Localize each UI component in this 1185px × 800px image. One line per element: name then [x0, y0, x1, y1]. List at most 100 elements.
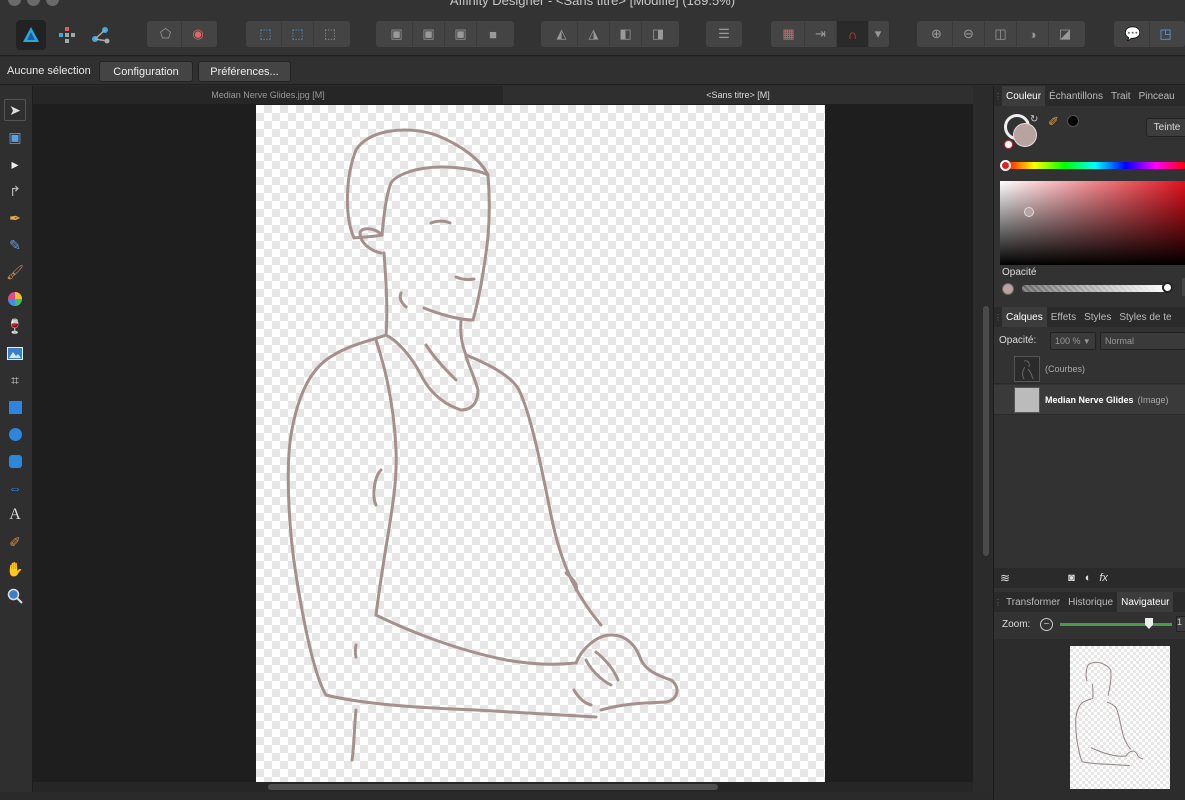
snap-options-icon[interactable]: ⇥ [805, 21, 837, 47]
magnet-icon[interactable]: ∩ [837, 21, 869, 47]
color-mode-select[interactable]: Teinte [1146, 118, 1185, 137]
move-to-back-icon[interactable]: ▣ [381, 21, 413, 47]
hue-slider-handle[interactable] [1000, 160, 1011, 171]
pixel-persona-button[interactable] [52, 20, 82, 50]
xor-icon[interactable]: ◑ [1017, 21, 1049, 47]
brush-tool-icon[interactable]: 🖌 [4, 261, 26, 283]
text-tool-icon[interactable]: A [4, 504, 26, 526]
designer-persona-button[interactable] [16, 20, 46, 50]
transform-origin-icon[interactable]: ⬚ [314, 21, 346, 47]
none-swatch-icon[interactable] [1004, 140, 1013, 149]
color-picker-tool-icon[interactable]: ✐ [4, 531, 26, 553]
panel-grip-icon[interactable]: ⋮ [994, 307, 1002, 327]
blend-mode-select[interactable]: Normal [1100, 332, 1185, 350]
pixel-persona-icon [59, 27, 75, 43]
adjustment-icon[interactable]: ◐ [1085, 572, 1092, 584]
tab-effets[interactable]: Effets [1047, 307, 1080, 327]
pencil-tool-icon[interactable]: ✎ [4, 234, 26, 256]
eyedropper-icon[interactable]: ✐ [1048, 114, 1059, 130]
rotate-left-icon[interactable]: ◧ [610, 21, 642, 47]
zoom-slider[interactable] [1060, 623, 1172, 626]
zoom-value-field[interactable]: 1 [1176, 616, 1185, 632]
preferences-button[interactable]: Préférences... [198, 61, 291, 82]
place-image-tool-icon[interactable] [4, 342, 26, 364]
configuration-button[interactable]: Configuration [99, 61, 193, 82]
tab-calques[interactable]: Calques [1002, 307, 1047, 327]
tab-navigateur[interactable]: Navigateur [1117, 592, 1174, 612]
tab-couleur[interactable]: Couleur [1002, 86, 1046, 106]
opacity-slider-handle[interactable] [1162, 282, 1173, 293]
subtract-icon[interactable]: ⊖ [953, 21, 985, 47]
tab-styles-de-texte[interactable]: Styles de te [1115, 307, 1175, 327]
layer-row-courbes[interactable]: (Courbes) [994, 354, 1185, 384]
transparency-tool-icon[interactable]: 🍷 [4, 315, 26, 337]
flip-vertical-icon[interactable]: ◮ [578, 21, 610, 47]
color-field[interactable] [1000, 181, 1185, 265]
horizontal-scrollbar[interactable] [33, 782, 973, 792]
align-icon[interactable]: ☰ [708, 21, 740, 47]
tab-historique[interactable]: Historique [1064, 592, 1117, 612]
ellipse-tool-icon[interactable] [4, 423, 26, 445]
swap-icon[interactable]: ↻ [1030, 114, 1038, 125]
zoom-tool-icon[interactable] [4, 585, 26, 607]
fill-well[interactable] [1013, 123, 1037, 147]
panel-grip-icon[interactable]: ⋮ [994, 592, 1002, 612]
black-swatch[interactable] [1067, 115, 1079, 127]
layers-stack-icon[interactable]: ≋ [1000, 571, 1010, 585]
speech-bubble-icon[interactable]: 💬 [1118, 21, 1150, 47]
tab-sans-titre[interactable]: <Sans titre> [M] [503, 86, 973, 104]
move-back-icon[interactable]: ▣ [413, 21, 445, 47]
export-persona-icon [92, 27, 110, 44]
vertical-scroll-thumb[interactable] [983, 306, 989, 556]
rectangle-tool-icon[interactable] [4, 396, 26, 418]
shape-tools-icon[interactable]: ⬠ [150, 21, 182, 47]
tab-styles[interactable]: Styles [1080, 307, 1115, 327]
fx-icon[interactable]: fx [1099, 572, 1108, 584]
snapping-icon[interactable]: ◉ [182, 21, 214, 47]
hue-slider[interactable] [1004, 162, 1185, 169]
rounded-rectangle-tool-icon[interactable] [4, 450, 26, 472]
corner-tool-icon[interactable]: ↱ [4, 180, 26, 202]
artboard-tool-icon[interactable]: ▣ [4, 126, 26, 148]
flip-horizontal-icon[interactable]: ◭ [546, 21, 578, 47]
color-field-handle[interactable] [1024, 207, 1034, 217]
select-outline-icon[interactable]: ⬚ [250, 21, 282, 47]
layer-name: (Courbes) [1045, 363, 1086, 374]
move-tool-icon[interactable]: ➤ [4, 99, 26, 121]
mask-icon[interactable]: ◙ [1068, 572, 1075, 584]
tab-echantillons[interactable]: Échantillons [1045, 86, 1107, 106]
layer-opacity-select[interactable]: 100 % ▾ [1050, 332, 1096, 350]
select-bounds-icon[interactable]: ⬚ [282, 21, 314, 47]
zoom-out-icon[interactable]: − [1040, 618, 1053, 631]
vertical-scrollbar[interactable] [980, 86, 992, 792]
chevron-down-icon[interactable]: ▾ [869, 21, 887, 47]
tab-trait[interactable]: Trait [1107, 86, 1135, 106]
horizontal-scroll-thumb[interactable] [268, 784, 718, 790]
rotate-right-icon[interactable]: ◨ [642, 21, 674, 47]
move-to-front-icon[interactable]: ■ [477, 21, 509, 47]
node-tool-icon[interactable]: ▸ [4, 153, 26, 175]
panel-grip-icon[interactable]: ⋮ [994, 86, 1002, 106]
intersect-icon[interactable]: ◫ [985, 21, 1017, 47]
navigator-view[interactable] [994, 639, 1185, 800]
divide-icon[interactable]: ◪ [1049, 21, 1081, 47]
double-arrow-tool-icon[interactable]: ⇔ [4, 477, 26, 499]
tab-transformer[interactable]: Transformer [1002, 592, 1064, 612]
crop-tool-icon[interactable]: ⌗ [4, 369, 26, 391]
move-forward-icon[interactable]: ▣ [445, 21, 477, 47]
line-drawing-figure [286, 128, 679, 762]
hand-tool-icon[interactable]: ✋ [4, 558, 26, 580]
canvas-artboard[interactable] [256, 105, 825, 782]
export-persona-button[interactable] [86, 20, 116, 50]
tab-pinceau[interactable]: Pinceau [1135, 86, 1179, 106]
fill-tool-icon[interactable] [4, 288, 26, 310]
fill-stroke-wells[interactable]: ↻ [1004, 114, 1040, 150]
opacity-slider[interactable] [1022, 285, 1168, 292]
tab-median-nerve-glides[interactable]: Median Nerve Glides.jpg [M] [33, 86, 503, 104]
layer-row-median-nerve-glides[interactable]: Median Nerve Glides (Image) [994, 385, 1185, 415]
insert-target-icon[interactable]: ◳ [1150, 21, 1182, 47]
zoom-slider-handle[interactable] [1145, 618, 1153, 629]
add-icon[interactable]: ⊕ [921, 21, 953, 47]
pen-tool-icon[interactable]: ✒ [4, 207, 26, 229]
grid-icon[interactable]: ▦ [773, 21, 805, 47]
